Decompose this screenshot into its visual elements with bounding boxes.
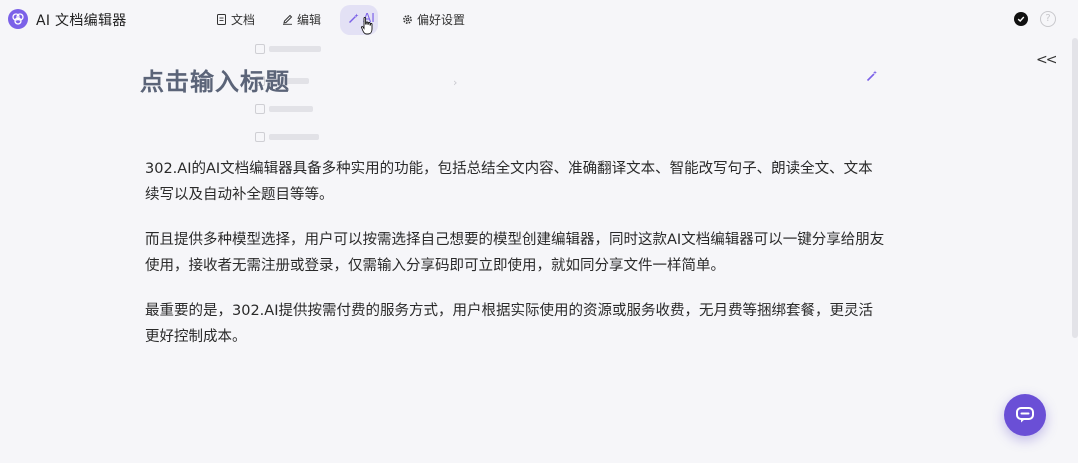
menu-preferences[interactable]: 偏好设置: [402, 11, 465, 28]
paragraph: 最重要的是，302.AI提供按需付费的服务方式，用户根据实际使用的资源或服务收费…: [145, 303, 873, 345]
app-window: AI 文档编辑器 文档 编辑 AI 偏好设置 ? › << 点击输入标题 302…: [0, 0, 1078, 463]
help-icon[interactable]: ?: [1040, 11, 1056, 27]
app-title: AI 文档编辑器: [36, 13, 127, 29]
top-bar: AI 文档编辑器 文档 编辑 AI 偏好设置 ?: [0, 0, 1078, 38]
scrollbar[interactable]: [1072, 38, 1078, 338]
pencil-icon: [283, 14, 293, 25]
magic-wand-icon: [349, 13, 359, 23]
menu-edit-label: 编辑: [297, 13, 322, 27]
document-title[interactable]: 点击输入标题: [140, 62, 290, 97]
menu-document[interactable]: 文档: [216, 11, 255, 28]
document-body[interactable]: 302.AI的AI文档编辑器具备多种实用的功能，包括总结全文内容、准确翻译文本、…: [145, 156, 885, 369]
collapse-sidebar-button[interactable]: <<: [1036, 52, 1058, 68]
dropdown-ghost-item: [255, 44, 321, 54]
chevron-right-icon: ›: [453, 76, 458, 89]
check-status-icon[interactable]: [1014, 12, 1028, 26]
dropdown-fading: ›: [255, 44, 470, 154]
magic-wand-icon[interactable]: [866, 70, 878, 82]
document-icon: [217, 14, 226, 25]
logo-icon: [8, 9, 28, 29]
menu-preferences-label: 偏好设置: [417, 13, 466, 27]
chat-icon: [1016, 407, 1034, 423]
gear-icon: [403, 15, 412, 24]
dropdown-ghost-item: [255, 104, 313, 114]
paragraph: 而且提供多种模型选择，用户可以按需选择自己想要的模型创建编辑器，同时这款AI文档…: [145, 232, 885, 274]
pointer-cursor-icon: [361, 17, 373, 35]
paragraph: 302.AI的AI文档编辑器具备多种实用的功能，包括总结全文内容、准确翻译文本、…: [145, 161, 873, 203]
chat-button[interactable]: [1004, 394, 1046, 436]
menu-document-label: 文档: [231, 13, 256, 27]
dropdown-ghost-item: [255, 132, 319, 142]
menu-edit[interactable]: 编辑: [282, 11, 321, 28]
